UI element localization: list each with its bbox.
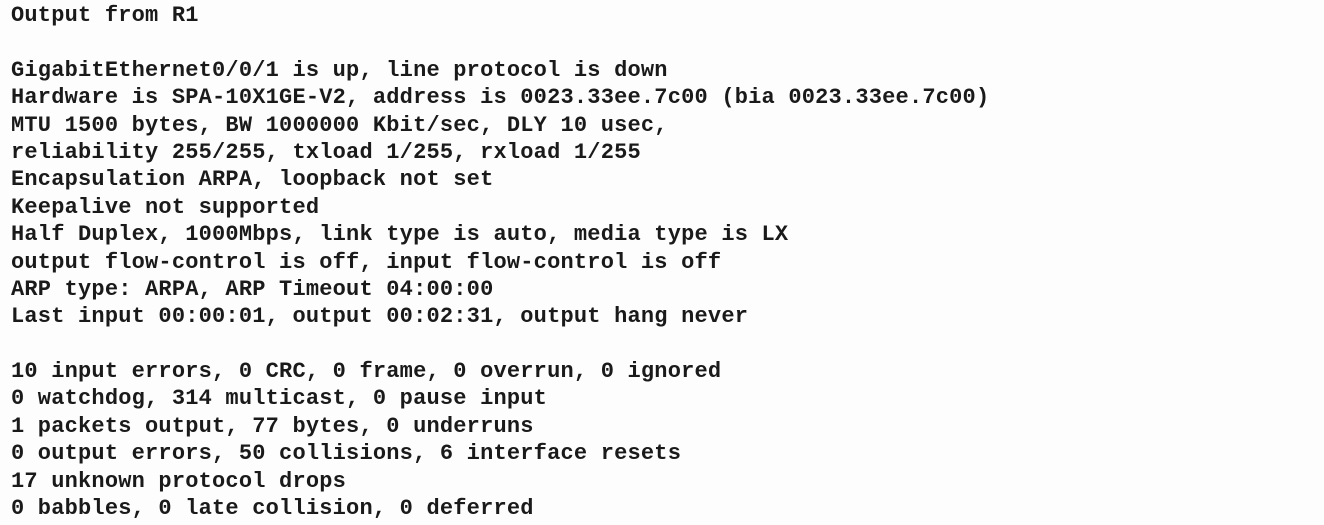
output-line: 1 packets output, 77 bytes, 0 underruns [11,413,534,439]
output-title: Output from R1 [11,3,199,28]
interface-status-block: GigabitEthernet0/0/1 is up, line protoco… [11,57,1324,331]
output-line: Encapsulation ARPA, loopback not set [11,167,494,193]
output-line: 0 babbles, 0 late collision, 0 deferred [11,496,534,522]
output-line: output flow-control is off, input flow-c… [11,249,722,275]
output-line: GigabitEthernet0/0/1 is up, line protoco… [11,57,668,83]
output-line: 17 unknown protocol drops [11,468,347,494]
output-line: 0 watchdog, 314 multicast, 0 pause input [11,386,548,412]
output-line: Last input 00:00:01, output 00:02:31, ou… [11,304,749,330]
output-line: MTU 1500 bytes, BW 1000000 Kbit/sec, DLY… [11,112,668,138]
output-line: ARP type: ARPA, ARP Timeout 04:00:00 [11,276,494,302]
output-line: Half Duplex, 1000Mbps, link type is auto… [11,222,789,248]
output-line: 0 output errors, 50 collisions, 6 interf… [11,441,682,467]
output-line: Keepalive not supported [11,194,320,220]
output-line: 10 input errors, 0 CRC, 0 frame, 0 overr… [11,359,722,385]
terminal-output: Output from R1 GigabitEthernet0/0/1 is u… [0,0,1324,525]
interface-counters-block: 10 input errors, 0 CRC, 0 frame, 0 overr… [11,358,1324,522]
output-line: Hardware is SPA-10X1GE-V2, address is 00… [11,85,990,111]
output-line: reliability 255/255, txload 1/255, rxloa… [11,139,641,165]
